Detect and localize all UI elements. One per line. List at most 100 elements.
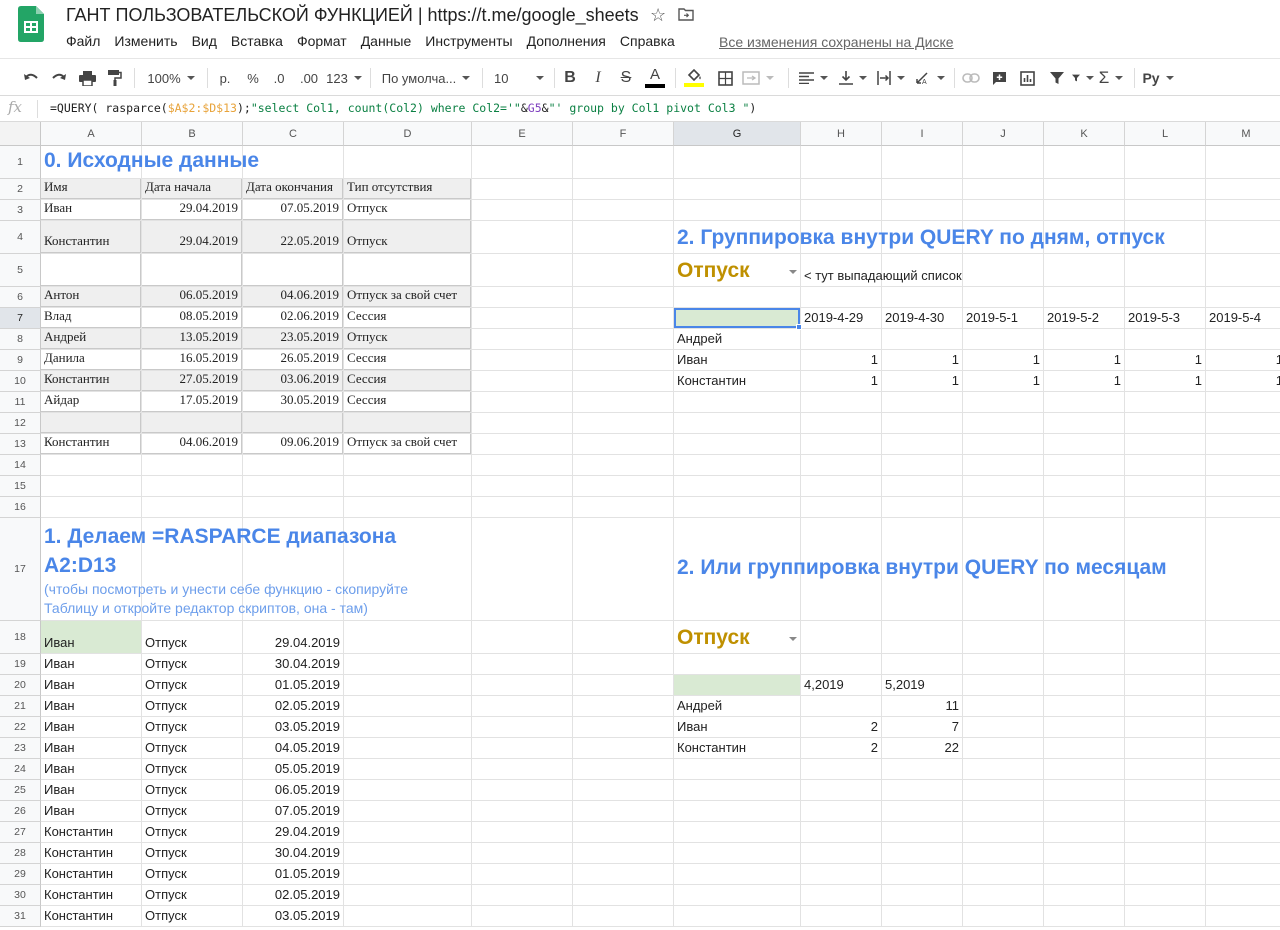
column-header-a[interactable]: A xyxy=(41,122,142,146)
by-days-heading[interactable]: 2. Группировка внутри QUERY по дням, отп… xyxy=(674,221,1205,253)
row-header-14[interactable]: 14 xyxy=(0,455,41,476)
by-months-heading[interactable]: 2. Или группировка внутри QUERY по месяц… xyxy=(674,518,1205,620)
chevron-down-icon[interactable] xyxy=(789,637,797,641)
column-header-f[interactable]: F xyxy=(573,122,674,146)
rasparce-cell[interactable]: Иван xyxy=(41,738,141,758)
rasparce-cell[interactable]: Константин xyxy=(41,822,141,842)
row-header-20[interactable]: 20 xyxy=(0,675,41,696)
rasparce-cell[interactable]: Иван xyxy=(41,780,141,800)
redo-icon[interactable] xyxy=(48,59,70,97)
source-cell[interactable]: Сессия xyxy=(344,371,471,391)
rasparce-cell[interactable]: 01.05.2019 xyxy=(243,675,343,695)
rasparce-cell[interactable]: Отпуск xyxy=(142,717,242,737)
menu-6[interactable]: Инструменты xyxy=(425,33,512,53)
source-cell[interactable]: 03.06.2019 xyxy=(243,371,343,391)
source-cell[interactable]: Сессия xyxy=(344,308,471,328)
row-header-29[interactable]: 29 xyxy=(0,864,41,885)
percent-format-button[interactable]: % xyxy=(243,59,263,97)
by-days-date-header[interactable]: 2019-5-3 xyxy=(1125,308,1205,328)
source-cell[interactable]: Отпуск за свой счет xyxy=(344,434,471,454)
row-header-30[interactable]: 30 xyxy=(0,885,41,906)
italic-icon[interactable]: I xyxy=(588,59,608,97)
rasparce-cell[interactable]: 29.04.2019 xyxy=(243,621,343,653)
source-heading[interactable]: 0. Исходные данные xyxy=(41,146,343,178)
row-header-12[interactable]: 12 xyxy=(0,413,41,434)
vertical-align-icon[interactable] xyxy=(836,59,870,97)
by-days-name[interactable]: Иван xyxy=(674,350,800,370)
source-header[interactable]: Имя xyxy=(41,179,141,199)
source-cell[interactable] xyxy=(41,413,141,433)
by-days-value[interactable] xyxy=(1125,329,1205,349)
by-days-value[interactable] xyxy=(882,329,962,349)
paint-format-icon[interactable] xyxy=(104,59,126,97)
rasparce-cell[interactable]: 01.05.2019 xyxy=(243,864,343,884)
menu-3[interactable]: Вставка xyxy=(231,33,283,53)
rasparce-cell[interactable]: 02.05.2019 xyxy=(243,696,343,716)
document-title[interactable]: ГАНТ ПОЛЬЗОВАТЕЛЬСКОЙ ФУНКЦИЕЙ | https:/… xyxy=(66,5,639,26)
merge-cells-icon[interactable] xyxy=(740,59,776,97)
menu-7[interactable]: Дополнения xyxy=(527,33,606,53)
by-days-value[interactable]: 1 xyxy=(1206,371,1280,391)
rasparce-cell[interactable]: 30.04.2019 xyxy=(243,843,343,863)
source-cell[interactable] xyxy=(142,413,242,433)
by-days-value[interactable]: 1 xyxy=(1206,350,1280,370)
by-months-dropdown[interactable]: Отпуск xyxy=(674,621,800,653)
column-header-i[interactable]: I xyxy=(882,122,963,146)
source-cell[interactable]: 16.05.2019 xyxy=(142,350,242,370)
column-header-e[interactable]: E xyxy=(472,122,573,146)
source-cell[interactable]: 04.06.2019 xyxy=(243,287,343,307)
rasparce-cell[interactable]: Иван xyxy=(41,654,141,674)
rasparce-cell[interactable]: Отпуск xyxy=(142,885,242,905)
rasparce-cell[interactable]: 06.05.2019 xyxy=(243,780,343,800)
row-header-23[interactable]: 23 xyxy=(0,738,41,759)
source-cell[interactable]: Константин xyxy=(41,221,141,253)
by-months-value[interactable]: 7 xyxy=(882,717,962,737)
insert-link-icon[interactable] xyxy=(960,59,982,97)
rasparce-cell[interactable]: Отпуск xyxy=(142,843,242,863)
source-cell[interactable]: Иван xyxy=(41,200,141,220)
insert-chart-icon[interactable] xyxy=(1016,59,1038,97)
by-days-value[interactable]: 1 xyxy=(1125,371,1205,391)
row-header-3[interactable]: 3 xyxy=(0,200,41,221)
source-cell[interactable]: 22.05.2019 xyxy=(243,221,343,253)
row-header-31[interactable]: 31 xyxy=(0,906,41,927)
spreadsheet-grid[interactable]: ABCDEFGHIJKLM 1 2 3 4 5 6 7 8 9 10 11 12 13 14 15 16 17 1… xyxy=(0,122,1280,930)
by-months-month-header[interactable]: 4,2019 xyxy=(801,675,881,695)
horizontal-align-icon[interactable] xyxy=(796,59,830,97)
source-cell[interactable]: Сессия xyxy=(344,392,471,412)
source-header[interactable]: Дата начала xyxy=(142,179,242,199)
row-header-13[interactable]: 13 xyxy=(0,434,41,455)
rasparce-cell[interactable]: Отпуск xyxy=(142,654,242,674)
source-cell[interactable]: 13.05.2019 xyxy=(142,329,242,349)
select-all-corner[interactable] xyxy=(0,122,41,146)
rasparce-cell[interactable]: Отпуск xyxy=(142,801,242,821)
source-cell[interactable]: Андрей xyxy=(41,329,141,349)
source-cell[interactable] xyxy=(41,254,141,286)
rasparce-cell[interactable]: Константин xyxy=(41,843,141,863)
by-months-value[interactable]: 2 xyxy=(801,717,881,737)
row-header-2[interactable]: 2 xyxy=(0,179,41,200)
rasparce-cell[interactable]: 03.05.2019 xyxy=(243,906,343,926)
row-header-27[interactable]: 27 xyxy=(0,822,41,843)
source-cell[interactable]: 07.05.2019 xyxy=(243,200,343,220)
increase-decimal-button[interactable]: .00 xyxy=(296,59,322,97)
move-to-folder-icon[interactable] xyxy=(678,7,694,21)
menu-1[interactable]: Изменить xyxy=(114,33,177,53)
by-days-value[interactable]: 1 xyxy=(801,371,881,391)
row-header-6[interactable]: 6 xyxy=(0,287,41,308)
rasparce-cell[interactable]: Отпуск xyxy=(142,759,242,779)
by-months-name[interactable]: Константин xyxy=(674,738,800,758)
source-cell[interactable]: 26.05.2019 xyxy=(243,350,343,370)
rasparce-cell[interactable]: Иван xyxy=(41,621,141,653)
rasparce-cell[interactable]: 30.04.2019 xyxy=(243,654,343,674)
row-header-26[interactable]: 26 xyxy=(0,801,41,822)
by-months-month-header[interactable]: 5,2019 xyxy=(882,675,962,695)
rasparce-cell[interactable]: Иван xyxy=(41,759,141,779)
row-header-16[interactable]: 16 xyxy=(0,497,41,518)
rasparce-cell[interactable]: 02.05.2019 xyxy=(243,885,343,905)
decrease-decimal-button[interactable]: .0 xyxy=(268,59,290,97)
source-cell[interactable]: Антон xyxy=(41,287,141,307)
source-cell[interactable] xyxy=(243,254,343,286)
text-color-icon[interactable]: A xyxy=(644,59,666,97)
source-cell[interactable] xyxy=(344,254,471,286)
